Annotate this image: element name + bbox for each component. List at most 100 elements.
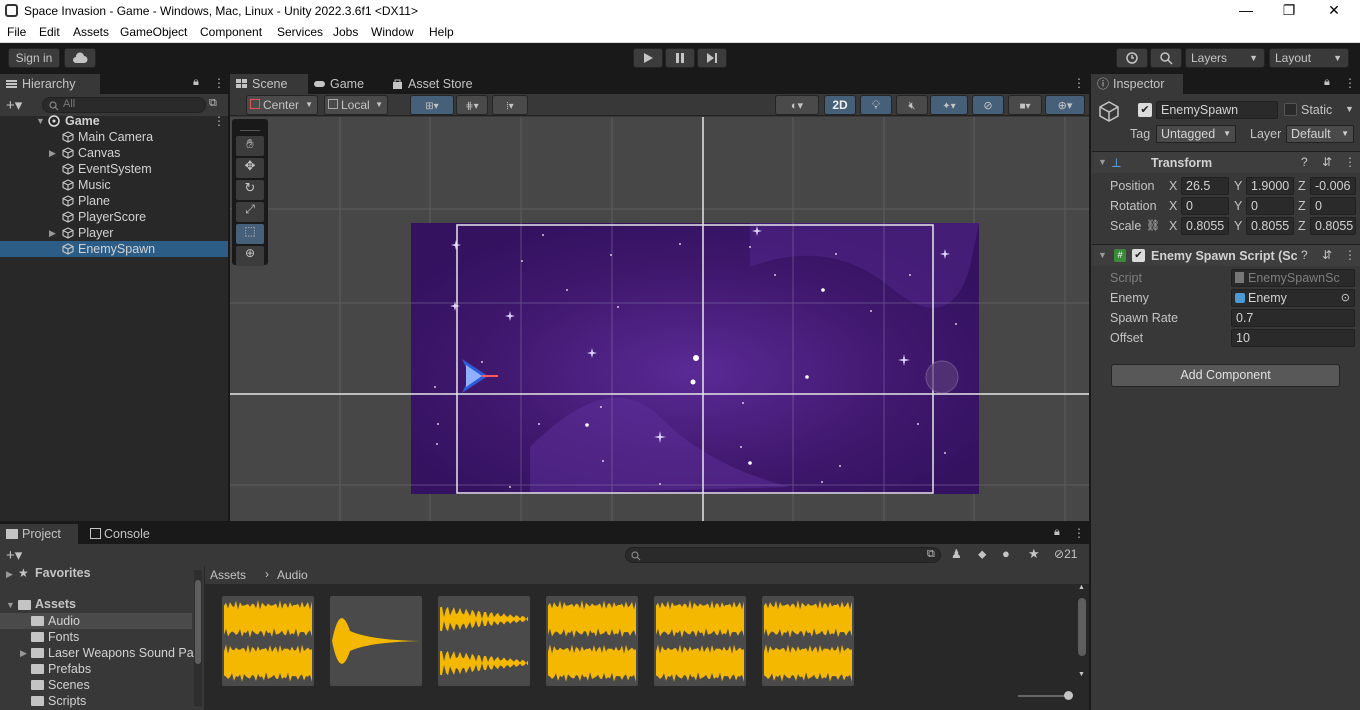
static-checkbox[interactable] bbox=[1284, 103, 1297, 116]
presets-icon[interactable]: ⇵ bbox=[1322, 155, 1332, 169]
collapse-arrow-icon[interactable]: ▼ bbox=[1098, 250, 1107, 260]
menu-component[interactable]: Component bbox=[200, 25, 262, 39]
expand-arrow-icon[interactable]: ▶ bbox=[6, 569, 13, 580]
object-picker-icon[interactable]: ⊙ bbox=[1341, 290, 1350, 306]
position-x-field[interactable]: 26.5 bbox=[1181, 177, 1229, 195]
rotate-tool-button[interactable]: ↻ bbox=[236, 180, 264, 200]
audio-toggle[interactable]: 🔇︎ bbox=[896, 95, 928, 115]
step-button[interactable] bbox=[697, 48, 727, 68]
enemy-spawn-gizmo[interactable] bbox=[925, 360, 959, 394]
warning-icon[interactable]: ● bbox=[1002, 546, 1010, 561]
filter-type-icon[interactable]: ♟ bbox=[951, 547, 962, 561]
audio-clip-thumbnail[interactable] bbox=[330, 596, 422, 686]
scale-y-field[interactable]: 0.8055 bbox=[1246, 217, 1294, 235]
scale-x-field[interactable]: 0.8055 bbox=[1181, 217, 1229, 235]
project-folder-item[interactable]: Scripts bbox=[0, 693, 192, 709]
lock-icon[interactable]: 🔒︎ bbox=[193, 76, 199, 89]
hierarchy-item[interactable]: PlayerScore bbox=[0, 209, 228, 225]
increment-snap-button[interactable]: ⦙▾ bbox=[492, 95, 528, 115]
more-options-icon[interactable]: ⋮ bbox=[213, 76, 225, 90]
effects-dropdown[interactable]: ✦▾ bbox=[930, 95, 968, 115]
menu-gameobject[interactable]: GameObject bbox=[120, 25, 187, 39]
favorites-label[interactable]: Favorites bbox=[35, 566, 91, 580]
gizmos-dropdown[interactable]: ⊕▾ bbox=[1045, 95, 1085, 115]
rotation-x-field[interactable]: 0 bbox=[1181, 197, 1229, 215]
tree-scrollbar[interactable] bbox=[194, 570, 202, 706]
hierarchy-scene-row[interactable]: ▼ Game ⋮ bbox=[0, 113, 228, 129]
spawn-rate-field[interactable]: 0.7 bbox=[1231, 309, 1355, 327]
scroll-down-icon[interactable]: ▼ bbox=[1078, 671, 1085, 678]
grid-snap-toggle[interactable]: ⊞▾ bbox=[410, 95, 454, 115]
position-y-field[interactable]: 1.9000 bbox=[1246, 177, 1294, 195]
project-folder-item[interactable]: ▶ Laser Weapons Sound Pa bbox=[0, 645, 194, 661]
more-options-icon[interactable]: ⋮ bbox=[1073, 526, 1085, 540]
more-options-icon[interactable]: ⋮ bbox=[1344, 76, 1356, 90]
project-folder-item[interactable]: Fonts bbox=[0, 629, 192, 645]
expand-arrow-icon[interactable]: ▶ bbox=[49, 145, 56, 161]
offset-field[interactable]: 10 bbox=[1231, 329, 1355, 347]
add-component-button[interactable]: Add Component bbox=[1111, 364, 1340, 387]
active-checkbox[interactable]: ✔ bbox=[1138, 103, 1152, 117]
enemy-spawn-script-header[interactable]: ▼ # ✔ Enemy Spawn Script (Sc ? ⇵ ⋮ bbox=[1092, 244, 1360, 266]
history-button[interactable] bbox=[1116, 48, 1148, 68]
assets-root-label[interactable]: Assets bbox=[35, 597, 76, 611]
menu-window[interactable]: Window bbox=[371, 25, 414, 39]
hierarchy-item[interactable]: ▶ Canvas bbox=[0, 145, 228, 161]
object-name-field[interactable]: EnemySpawn bbox=[1156, 101, 1278, 119]
hand-tool-button[interactable]: ✋︎ bbox=[236, 136, 264, 156]
menu-help[interactable]: Help bbox=[429, 25, 454, 39]
presets-icon[interactable]: ⇵ bbox=[1322, 248, 1332, 262]
expand-arrow-icon[interactable]: ▼ bbox=[6, 600, 15, 610]
tab-scene[interactable]: Scene bbox=[230, 74, 308, 94]
breadcrumb-audio[interactable]: Audio bbox=[277, 568, 308, 582]
sign-in-button[interactable]: Sign in bbox=[8, 48, 60, 68]
tab-console[interactable]: Console bbox=[82, 524, 160, 544]
breadcrumb-assets[interactable]: Assets bbox=[210, 568, 246, 582]
tab-asset-store[interactable]: Asset Store bbox=[386, 74, 486, 94]
project-folder-item[interactable]: Audio bbox=[0, 613, 192, 629]
camera-dropdown[interactable]: ■▾ bbox=[1008, 95, 1042, 115]
chevron-down-icon[interactable]: ▼ bbox=[1345, 104, 1354, 114]
link-icon[interactable]: ⛓︎ bbox=[1146, 219, 1160, 232]
scene-canvas[interactable] bbox=[230, 117, 1089, 521]
close-button[interactable]: ✕ bbox=[1324, 2, 1344, 20]
hierarchy-item[interactable]: ▶ Player bbox=[0, 225, 228, 241]
scale-z-field[interactable]: 0.8055 bbox=[1310, 217, 1356, 235]
transform-header[interactable]: ▼ ⟂ Transform ? ⇵ ⋮ bbox=[1092, 151, 1360, 173]
collapse-arrow-icon[interactable]: ▼ bbox=[1098, 157, 1107, 167]
maximize-button[interactable]: ❐ bbox=[1279, 2, 1299, 20]
scale-tool-button[interactable]: ⤢ bbox=[236, 202, 264, 222]
project-folder-item[interactable]: Prefabs bbox=[0, 661, 192, 677]
menu-file[interactable]: File bbox=[7, 25, 26, 39]
lock-icon[interactable]: 🔒︎ bbox=[1054, 526, 1060, 539]
favorite-star-icon[interactable]: ★ bbox=[1028, 546, 1040, 562]
tag-dropdown[interactable]: Untagged ▼ bbox=[1156, 125, 1236, 143]
thumbnail-size-slider[interactable] bbox=[1018, 691, 1073, 700]
audio-clip-thumbnail[interactable] bbox=[762, 596, 854, 686]
rect-tool-button[interactable]: ⬚ bbox=[236, 224, 264, 244]
more-options-icon[interactable]: ⋮ bbox=[1344, 155, 1356, 169]
menu-assets[interactable]: Assets bbox=[73, 25, 109, 39]
pause-button[interactable] bbox=[665, 48, 695, 68]
tab-hierarchy[interactable]: Hierarchy bbox=[0, 74, 100, 94]
audio-clip-thumbnail[interactable] bbox=[438, 596, 530, 686]
audio-clip-thumbnail[interactable] bbox=[546, 596, 638, 686]
expand-arrow-icon[interactable]: ▶ bbox=[20, 645, 27, 661]
hierarchy-search-input[interactable]: All bbox=[42, 97, 206, 113]
project-search-input[interactable] bbox=[625, 547, 941, 563]
draw-mode-dropdown[interactable]: ◐▾ bbox=[775, 95, 819, 115]
audio-clip-thumbnail[interactable] bbox=[654, 596, 746, 686]
lighting-toggle[interactable]: 💡︎ bbox=[860, 95, 892, 115]
position-z-field[interactable]: -0.006 bbox=[1310, 177, 1356, 195]
hierarchy-item[interactable]: EnemySpawn bbox=[0, 241, 228, 257]
expand-arrow-icon[interactable]: ▼ bbox=[36, 113, 45, 129]
assets-scrollbar[interactable]: ▲ ▼ bbox=[1077, 584, 1087, 688]
help-icon[interactable]: ? bbox=[1301, 248, 1308, 262]
cloud-button[interactable] bbox=[64, 48, 96, 68]
pivot-dropdown[interactable]: Center ▼ bbox=[246, 95, 318, 115]
rotation-z-field[interactable]: 0 bbox=[1310, 197, 1356, 215]
menu-jobs[interactable]: Jobs bbox=[333, 25, 358, 39]
hierarchy-item[interactable]: Main Camera bbox=[0, 129, 228, 145]
lock-icon[interactable]: 🔒︎ bbox=[1324, 76, 1330, 89]
menu-edit[interactable]: Edit bbox=[39, 25, 60, 39]
